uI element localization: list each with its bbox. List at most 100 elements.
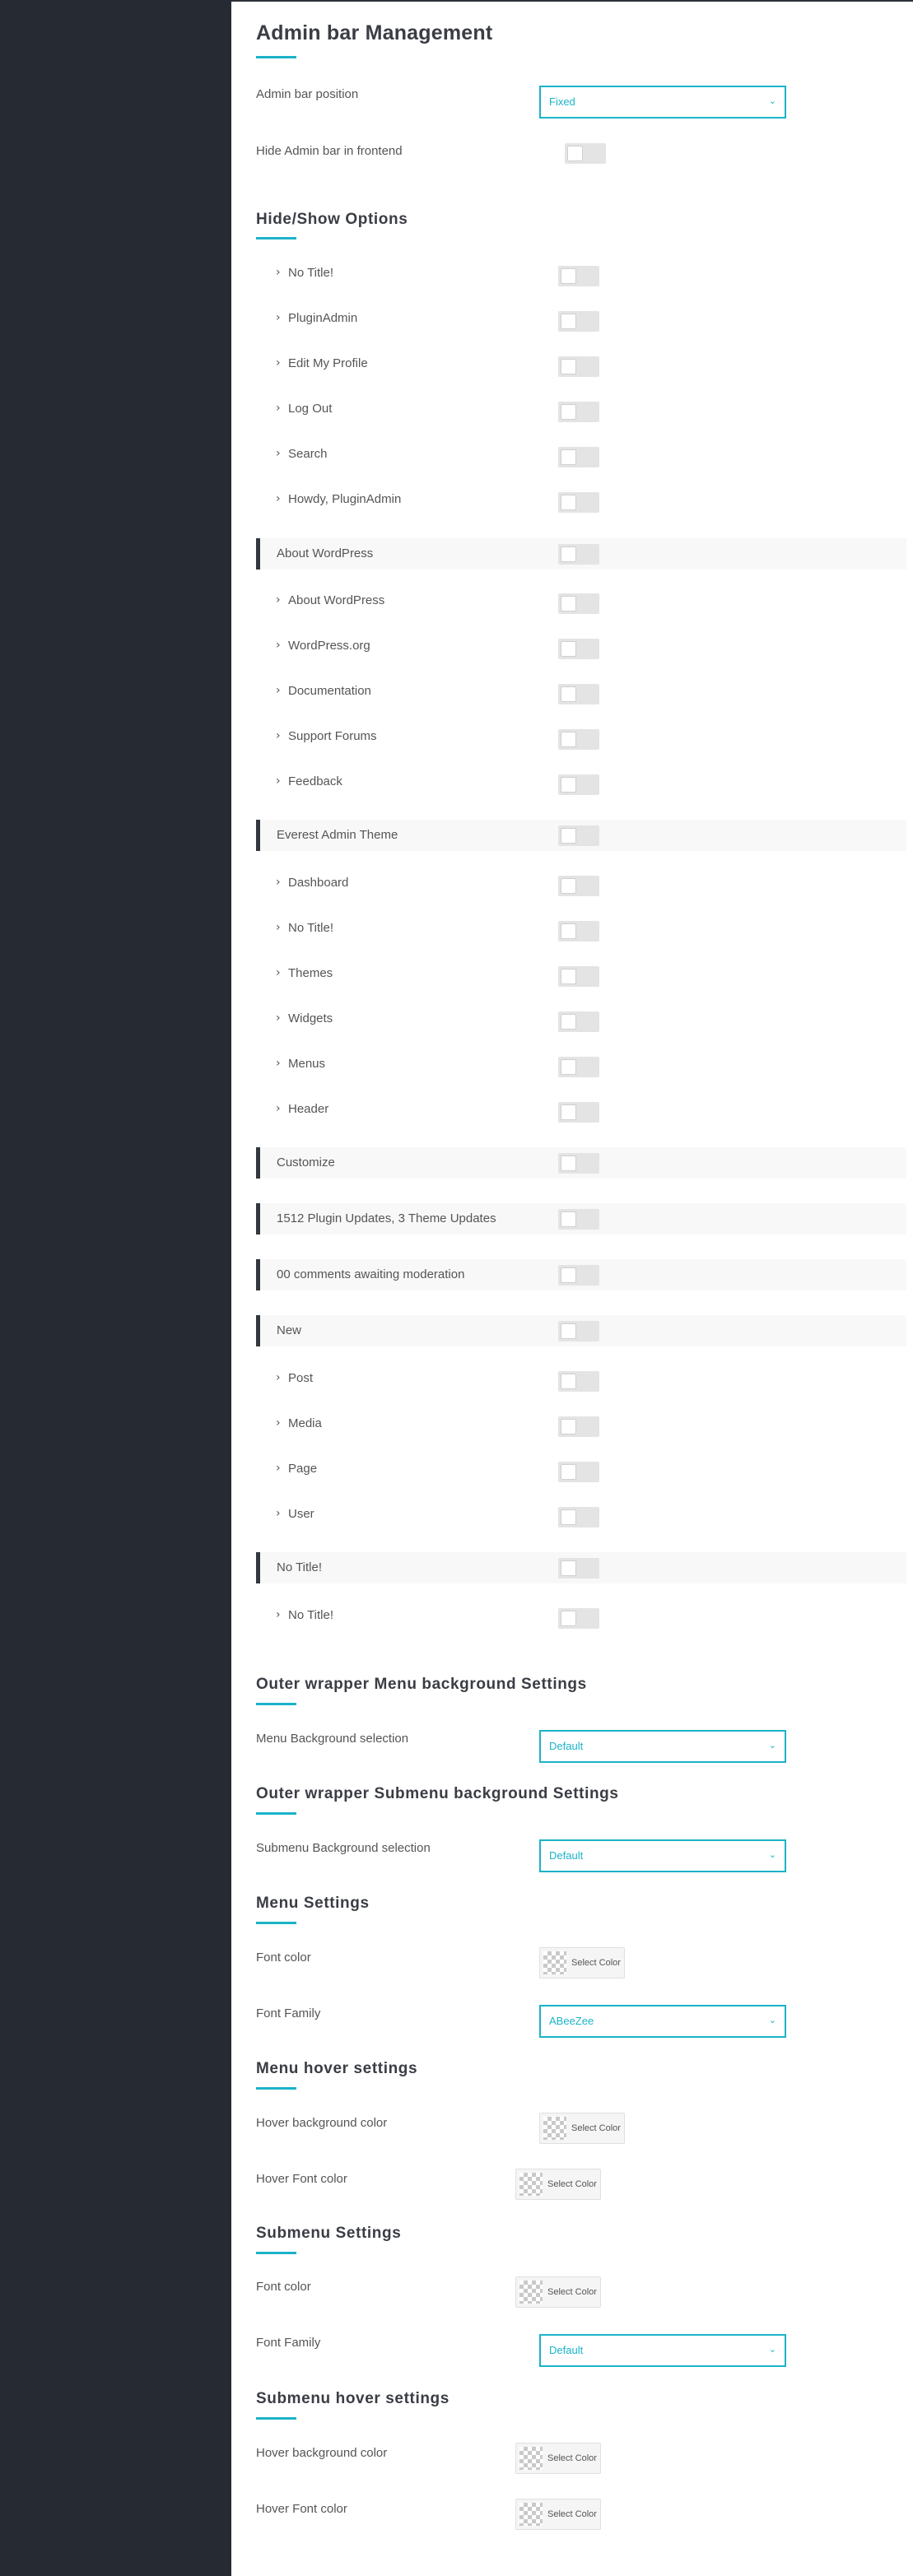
menu-item-toggle[interactable] (558, 774, 599, 795)
group-label: New (277, 1323, 302, 1337)
chevron-down-icon: ⌄ (768, 2015, 776, 2025)
menu-item-toggle[interactable] (558, 311, 599, 332)
chevron-right-icon: › (276, 1507, 281, 1520)
submenu-font-family-label: Font Family (256, 2336, 321, 2350)
menu-item-toggle[interactable] (558, 639, 599, 659)
menu-item-label: About WordPress (288, 593, 385, 607)
menu-item-label: Dashboard (288, 876, 349, 890)
menu-item-label: Page (288, 1462, 318, 1476)
menu-item-toggle[interactable] (558, 966, 599, 987)
chevron-right-icon: › (276, 311, 281, 324)
color-swatch (519, 2173, 543, 2196)
menu-background-select[interactable]: Default ⌄ (539, 1730, 786, 1763)
chevron-right-icon: › (276, 1102, 281, 1115)
submenu-hover-bg-label: Hover background color (256, 2446, 388, 2460)
group-label: 00 comments awaiting moderation (277, 1267, 465, 1281)
hide-admin-bar-frontend-toggle[interactable] (565, 143, 606, 164)
menu-item-toggle[interactable] (558, 1102, 599, 1123)
group-toggle-customize[interactable] (558, 1153, 599, 1174)
chevron-down-icon: ⌄ (768, 1849, 776, 1860)
menu-font-family-select[interactable]: ABeeZee ⌄ (539, 2005, 786, 2038)
chevron-down-icon: ⌄ (768, 1740, 776, 1751)
section-title-menu-hover: Menu hover settings (256, 2060, 418, 2077)
main-content: Admin bar Management Admin bar position … (231, 0, 913, 2576)
group-label: No Title! (277, 1560, 323, 1574)
section-underline (256, 2252, 296, 2254)
menu-hover-font-color-picker[interactable]: Select Color (515, 2169, 601, 2200)
select-value: Default (549, 1849, 584, 1862)
select-color-label: Select Color (571, 2123, 621, 2133)
menu-item-toggle[interactable] (558, 1507, 599, 1527)
submenu-font-family-select[interactable]: Default ⌄ (539, 2334, 786, 2367)
menu-item-toggle[interactable] (558, 356, 599, 377)
menu-item-toggle[interactable] (558, 684, 599, 704)
group-label: Customize (277, 1155, 335, 1169)
menu-item-toggle[interactable] (558, 447, 599, 467)
chevron-right-icon: › (276, 639, 281, 652)
submenu-background-select[interactable]: Default ⌄ (539, 1839, 786, 1872)
group-toggle-comments[interactable] (558, 1265, 599, 1286)
submenu-hover-font-color-picker[interactable]: Select Color (515, 2499, 601, 2530)
menu-item-toggle[interactable] (558, 876, 599, 896)
chevron-right-icon: › (276, 774, 281, 788)
menu-item-toggle[interactable] (558, 1416, 599, 1437)
menu-item-toggle[interactable] (558, 729, 599, 750)
menu-item-toggle[interactable] (558, 921, 599, 942)
select-value: Fixed (549, 95, 575, 108)
group-toggle-no-title[interactable] (558, 1558, 599, 1579)
group-label: 1512 Plugin Updates, 3 Theme Updates (277, 1211, 496, 1225)
menu-font-color-picker[interactable]: Select Color (539, 1947, 625, 1978)
menu-item-toggle[interactable] (558, 1057, 599, 1077)
menu-item-label: Log Out (288, 402, 333, 416)
menu-item-toggle[interactable] (558, 492, 599, 513)
color-swatch (543, 1951, 566, 1974)
section-title-outer-menu: Outer wrapper Menu background Settings (256, 1676, 587, 1693)
chevron-right-icon: › (276, 266, 281, 279)
select-color-label: Select Color (547, 2453, 597, 2463)
submenu-hover-font-label: Hover Font color (256, 2502, 347, 2516)
menu-item-label: Widgets (288, 1011, 333, 1025)
section-underline (256, 2087, 296, 2090)
menu-hover-font-label: Hover Font color (256, 2172, 347, 2186)
color-swatch (519, 2281, 543, 2304)
group-toggle-about-wordpress[interactable] (558, 544, 599, 565)
menu-item-toggle[interactable] (558, 1462, 599, 1482)
menu-item-label: Header (288, 1102, 329, 1116)
menu-item-toggle[interactable] (558, 1011, 599, 1032)
menu-item-label: PluginAdmin (288, 311, 358, 325)
select-value: Default (549, 1740, 584, 1752)
menu-item-toggle[interactable] (558, 1371, 599, 1392)
chevron-right-icon: › (276, 402, 281, 415)
group-toggle-everest-admin-theme[interactable] (558, 825, 599, 846)
chevron-right-icon: › (276, 356, 281, 370)
submenu-font-color-picker[interactable]: Select Color (515, 2276, 601, 2308)
menu-item-toggle[interactable] (558, 402, 599, 422)
menu-item-toggle[interactable] (558, 1608, 599, 1629)
menu-hover-bg-label: Hover background color (256, 2116, 388, 2130)
chevron-right-icon: › (276, 492, 281, 505)
menu-item-label: No Title! (288, 921, 334, 935)
admin-bar-position-select[interactable]: Fixed ⌄ (539, 86, 786, 119)
chevron-right-icon: › (276, 1608, 281, 1621)
menu-background-label: Menu Background selection (256, 1732, 409, 1746)
group-toggle-updates[interactable] (558, 1209, 599, 1230)
select-color-label: Select Color (547, 2287, 597, 2297)
menu-item-label: Search (288, 447, 328, 461)
chevron-right-icon: › (276, 1371, 281, 1384)
group-label: About WordPress (277, 546, 374, 560)
admin-sidebar (0, 0, 231, 2576)
menu-item-label: Documentation (288, 684, 371, 698)
section-underline (256, 1703, 296, 1705)
section-title-outer-submenu: Outer wrapper Submenu background Setting… (256, 1785, 619, 1802)
chevron-right-icon: › (276, 876, 281, 889)
submenu-hover-bg-color-picker[interactable]: Select Color (515, 2443, 601, 2474)
select-color-label: Select Color (547, 2179, 597, 2189)
group-toggle-new[interactable] (558, 1321, 599, 1341)
admin-bar-position-label: Admin bar position (256, 87, 359, 101)
chevron-right-icon: › (276, 921, 281, 934)
menu-item-label: Feedback (288, 774, 342, 788)
menu-hover-bg-color-picker[interactable]: Select Color (539, 2113, 625, 2144)
menu-item-toggle[interactable] (558, 593, 599, 614)
section-underline (256, 2417, 296, 2420)
menu-item-toggle[interactable] (558, 266, 599, 286)
